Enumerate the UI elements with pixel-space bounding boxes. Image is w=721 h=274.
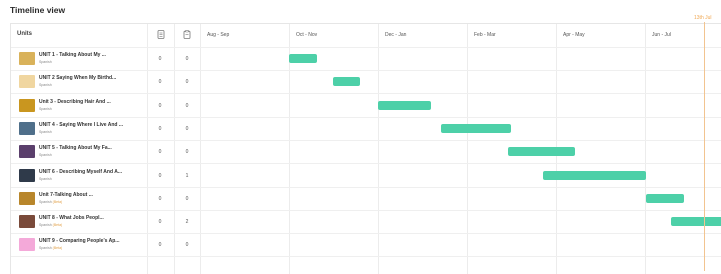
unit-language: Spanish(Beta) (39, 246, 62, 250)
unit-thumbnail (19, 98, 35, 112)
unit-timeline-bar[interactable] (289, 54, 317, 63)
unit-document-count: 0 (158, 195, 162, 202)
clipboard-icon[interactable] (183, 30, 191, 39)
month-header: Dec - Jan (385, 32, 407, 38)
language-label: Spanish (39, 129, 52, 134)
unit-document-count: 0 (158, 125, 162, 132)
unit-row[interactable]: UNIT 8 - What Jobs Peopl... Spanish(Beta)… (11, 210, 721, 235)
unit-assessment-count: 0 (185, 102, 189, 109)
unit-language: Spanish(Beta) (39, 223, 62, 227)
unit-language: Spanish (39, 177, 53, 181)
unit-row[interactable]: Unit 7-Talking About ... Spanish(Beta) 0 0 (11, 187, 721, 211)
beta-badge: (Beta) (52, 223, 63, 228)
unit-language: Spanish (39, 83, 53, 87)
unit-language: Spanish (39, 153, 53, 157)
unit-assessment-count: 0 (185, 56, 189, 62)
language-label: Spanish (39, 106, 52, 111)
beta-badge: (Beta) (52, 199, 63, 204)
unit-row[interactable]: Unit 3 - Describing Hair And ... Spanish 0… (11, 94, 721, 118)
unit-language: Spanish (39, 107, 53, 111)
unit-name[interactable]: UNIT 1 - Talking About My ... (39, 52, 106, 58)
month-header: Feb - Mar (474, 32, 496, 38)
month-header: Aug - Sep (207, 32, 230, 38)
unit-name[interactable]: Unit 7-Talking About ... (39, 192, 93, 198)
document-icon[interactable] (157, 30, 165, 39)
unit-document-count: 0 (158, 242, 162, 249)
language-label: Spanish (39, 246, 52, 251)
unit-name[interactable]: UNIT 2 Saying When My Birthd... (39, 75, 116, 81)
unit-thumbnail (19, 121, 35, 135)
unit-name[interactable]: Unit 3 - Describing Hair And ... (39, 99, 111, 105)
unit-document-count: 0 (158, 172, 162, 179)
unit-timeline-bar[interactable] (440, 123, 511, 133)
unit-assessment-count: 0 (185, 242, 189, 249)
unit-name[interactable]: UNIT 6 - Describing Myself And A... (39, 169, 122, 175)
unit-timeline-bar[interactable] (507, 147, 575, 157)
unit-assessment-count: 0 (185, 149, 189, 156)
unit-thumbnail (19, 75, 35, 89)
unit-language: Spanish (39, 60, 53, 64)
unit-timeline-bar[interactable] (671, 217, 721, 227)
unit-assessment-count: 0 (185, 79, 189, 86)
today-label: 13th Jul (694, 15, 712, 21)
unit-row[interactable]: UNIT 1 - Talking About My ... Spanish 0 0 (11, 47, 721, 71)
month-header: Apr - May (563, 32, 585, 38)
language-label: Spanish (39, 223, 52, 228)
unit-name[interactable]: UNIT 8 - What Jobs Peopl... (39, 215, 104, 221)
unit-timeline-bar[interactable] (332, 77, 361, 87)
unit-thumbnail (19, 215, 35, 229)
unit-row[interactable]: UNIT 2 Saying When My Birthd... Spanish 0 0 (11, 70, 721, 95)
unit-timeline-bar[interactable] (378, 100, 431, 110)
language-label: Spanish (39, 199, 52, 204)
unit-thumbnail (19, 191, 35, 205)
unit-timeline-bar[interactable] (542, 170, 647, 180)
language-label: Spanish (39, 153, 52, 158)
unit-assessment-count: 1 (185, 172, 189, 179)
unit-row[interactable]: UNIT 5 - Talking About My Fa... Spanish 0 0 (11, 140, 721, 165)
unit-language: Spanish(Beta) (39, 200, 62, 204)
unit-document-count: 0 (158, 219, 162, 226)
unit-row[interactable]: UNIT 9 - Comparing People's Ap... Spanish… (11, 233, 721, 258)
unit-assessment-count: 0 (185, 195, 189, 202)
unit-document-count: 0 (158, 149, 162, 156)
unit-timeline-bar[interactable] (646, 193, 685, 203)
timeline-grid: Units Aug - Sep Oct - Nov Dec - Jan Feb … (10, 23, 721, 274)
unit-thumbnail (19, 145, 35, 159)
unit-name[interactable]: UNIT 9 - Comparing People's Ap... (39, 238, 119, 244)
today-marker-line (704, 22, 705, 271)
unit-name[interactable]: UNIT 4 - Saying Where I Live And ... (39, 122, 123, 128)
unit-assessment-count: 2 (185, 219, 189, 226)
language-label: Spanish (39, 60, 52, 64)
unit-row[interactable]: UNIT 6 - Describing Myself And A... Spani… (11, 164, 721, 188)
unit-document-count: 0 (158, 102, 162, 109)
month-header: Jun - Jul (652, 32, 671, 38)
unit-thumbnail (19, 168, 35, 182)
unit-document-count: 0 (158, 56, 162, 62)
unit-name[interactable]: UNIT 5 - Talking About My Fa... (39, 145, 112, 151)
language-label: Spanish (39, 83, 52, 88)
month-header: Oct - Nov (296, 32, 318, 38)
unit-language: Spanish (39, 130, 53, 134)
page-title: Timeline view (10, 5, 66, 15)
unit-assessment-count: 0 (185, 125, 189, 132)
language-label: Spanish (39, 176, 52, 181)
beta-badge: (Beta) (52, 246, 63, 251)
units-column-header[interactable]: Units (17, 31, 32, 37)
unit-document-count: 0 (158, 79, 162, 86)
unit-thumbnail (19, 238, 35, 252)
unit-thumbnail (19, 52, 35, 65)
unit-row[interactable]: UNIT 4 - Saying Where I Live And ... Span… (11, 117, 721, 141)
